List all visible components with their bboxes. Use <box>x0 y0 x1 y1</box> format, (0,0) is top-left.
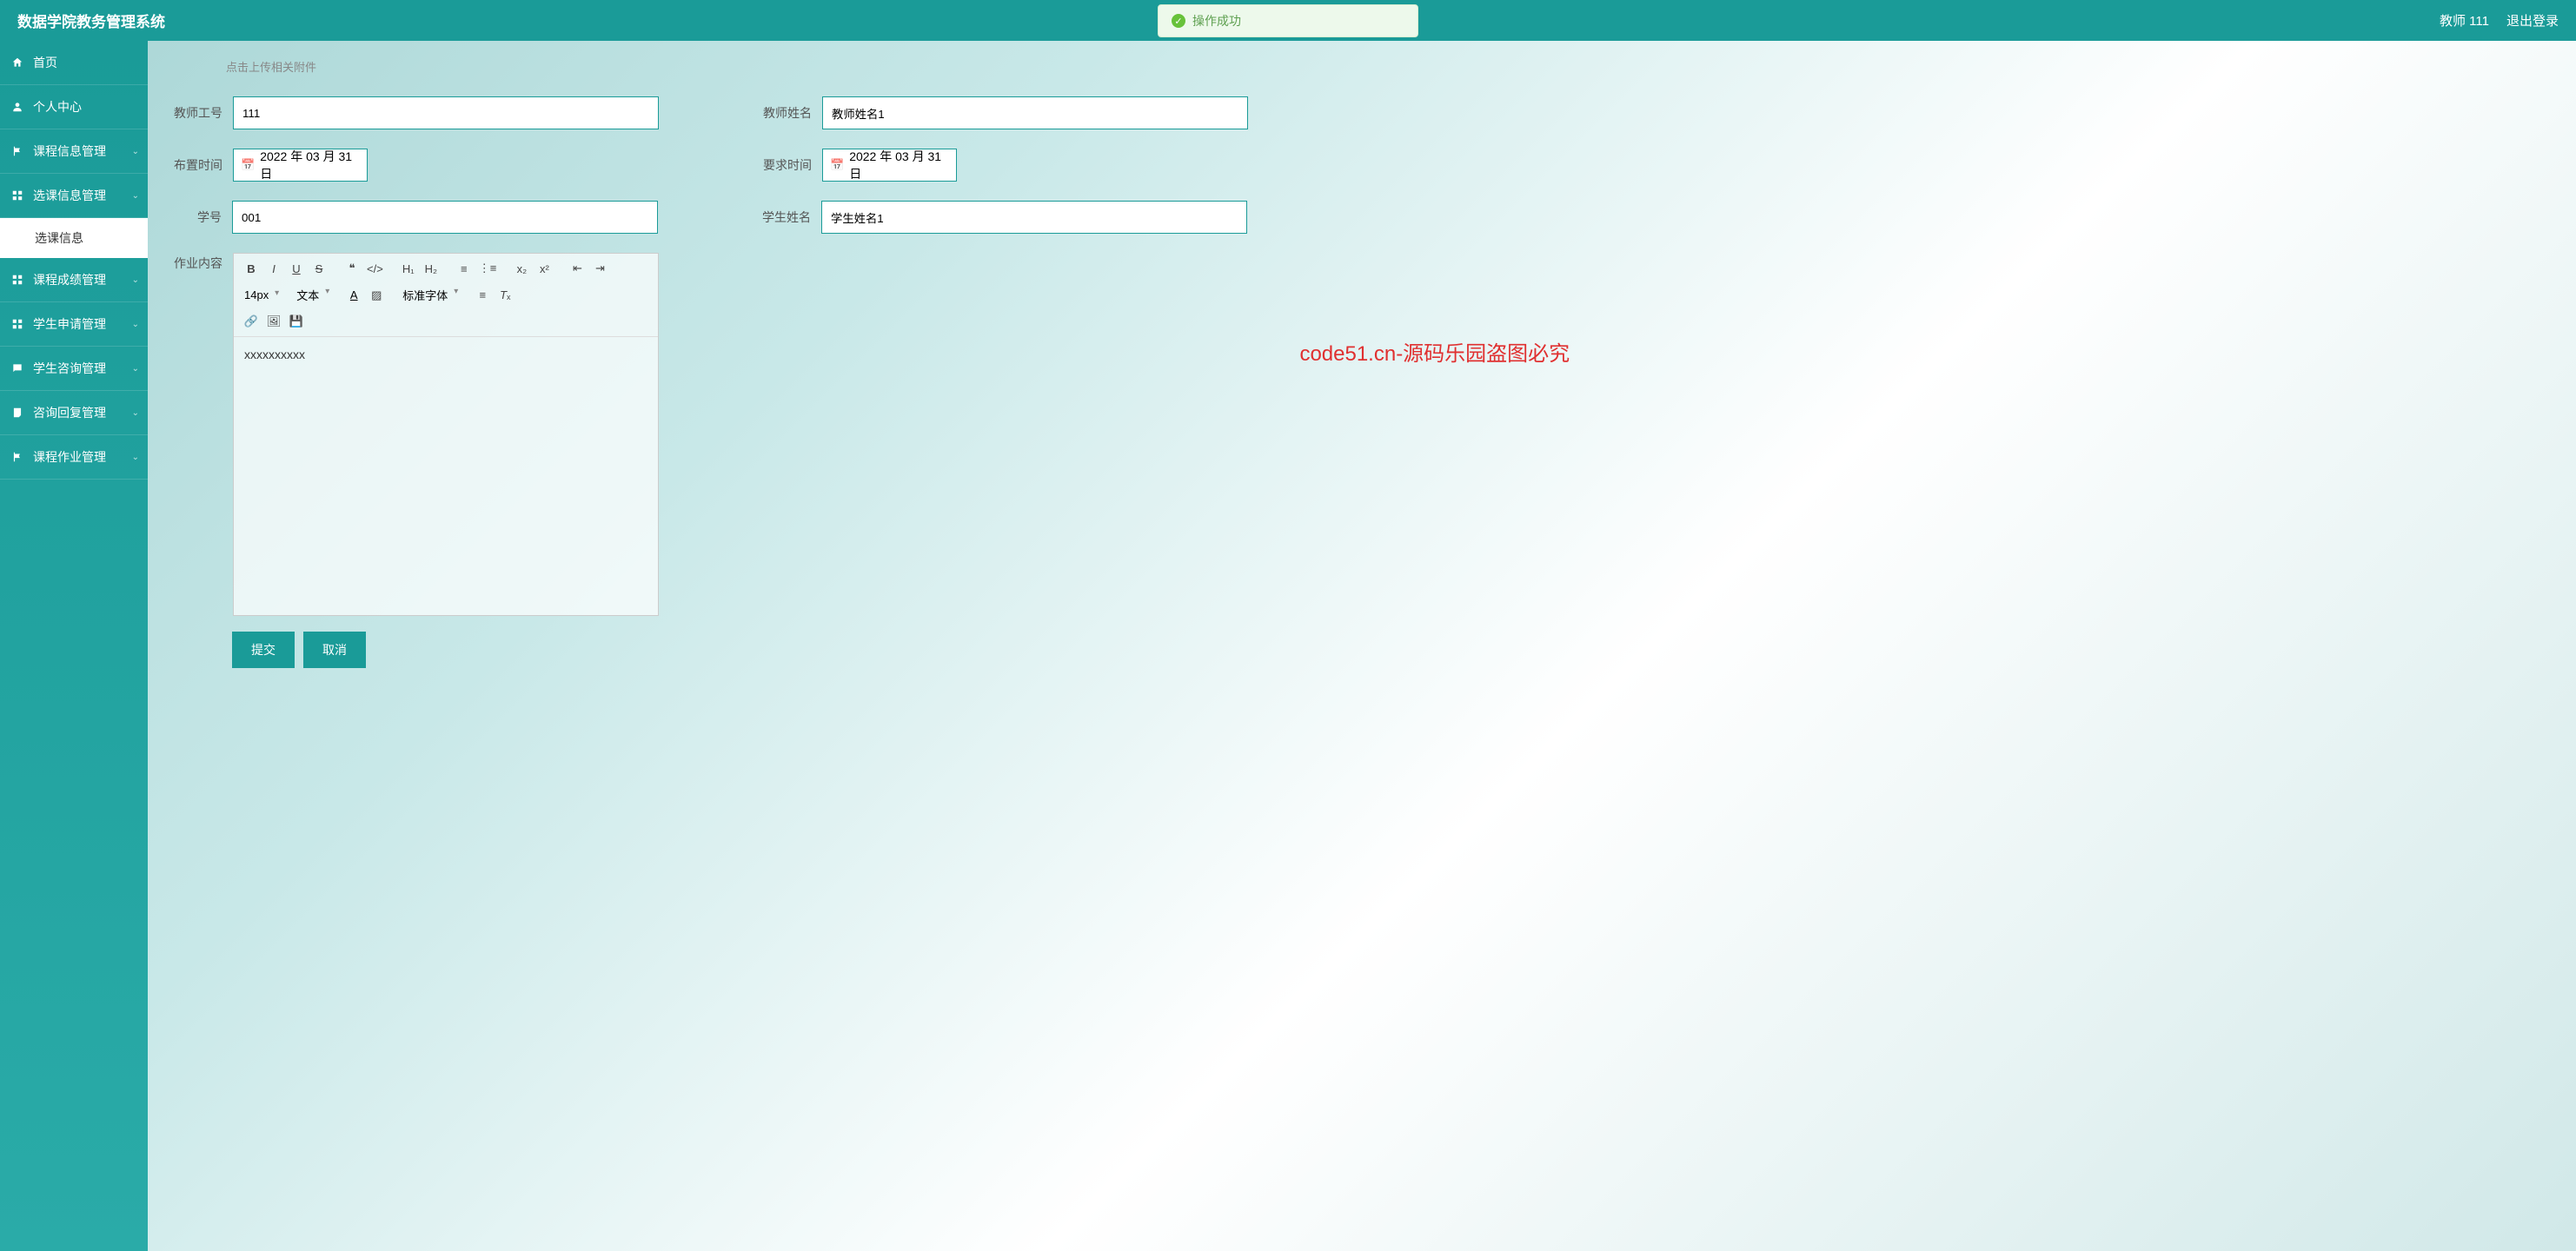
sidebar-item-label: 学生申请管理 <box>33 315 106 333</box>
student-name-label: 学生姓名 <box>762 208 811 226</box>
link-button[interactable]: 🔗 <box>241 312 262 331</box>
calendar-icon: 📅 <box>830 158 844 172</box>
assign-time-label: 布置时间 <box>174 156 222 174</box>
toast-message: 操作成功 <box>1192 12 1241 30</box>
main-content: 点击上传相关附件 教师工号 教师姓名 布置时间 📅 2022 年 03 月 31… <box>148 41 2576 1251</box>
grid-icon <box>10 274 24 286</box>
chevron-down-icon: ⌄ <box>132 453 139 462</box>
success-toast: ✓ 操作成功 <box>1158 4 1418 37</box>
h1-button[interactable]: H₁ <box>398 259 419 278</box>
sidebar-item-label: 个人中心 <box>33 98 82 116</box>
underline-button[interactable]: U <box>286 259 307 278</box>
user-icon <box>10 101 24 113</box>
require-time-label: 要求时间 <box>763 156 812 174</box>
note-icon <box>10 407 24 419</box>
bg-color-button[interactable]: ▨ <box>366 286 387 305</box>
sidebar-item-label: 首页 <box>33 54 57 71</box>
student-id-input[interactable] <box>232 201 658 234</box>
quote-button[interactable]: ❝ <box>342 259 362 278</box>
teacher-name-label: 教师姓名 <box>763 104 812 122</box>
strike-button[interactable]: S <box>309 259 329 278</box>
teacher-id-input[interactable] <box>233 96 659 129</box>
teacher-id-label: 教师工号 <box>174 104 222 122</box>
italic-button[interactable]: I <box>263 259 284 278</box>
align-button[interactable]: ≡ <box>472 286 493 305</box>
cancel-button[interactable]: 取消 <box>303 632 366 668</box>
user-role[interactable]: 教师 111 <box>2440 11 2489 30</box>
sidebar: 首页 个人中心 课程信息管理 ⌄ 选课信息管理 ⌄ 选课信息 课程成绩管理 ⌄ … <box>0 41 148 1251</box>
sidebar-item-profile[interactable]: 个人中心 <box>0 85 148 129</box>
sidebar-item-label: 课程作业管理 <box>33 448 106 466</box>
sidebar-item-grades[interactable]: 课程成绩管理 ⌄ <box>0 258 148 302</box>
sidebar-item-label: 学生咨询管理 <box>33 360 106 377</box>
sidebar-item-course-info[interactable]: 课程信息管理 ⌄ <box>0 129 148 174</box>
rich-editor: B I U S ❝ </> H₁ H₂ ≡ ⋮≡ x₂ x² <box>233 253 659 616</box>
h2-button[interactable]: H₂ <box>421 259 442 278</box>
font-family-select[interactable]: 标准字体 <box>399 285 460 305</box>
home-icon <box>10 56 24 69</box>
editor-content[interactable]: xxxxxxxxxx <box>234 337 658 615</box>
sidebar-item-replies[interactable]: 咨询回复管理 ⌄ <box>0 391 148 435</box>
code-button[interactable]: </> <box>364 259 386 278</box>
chevron-down-icon: ⌄ <box>132 147 139 156</box>
flag-icon <box>10 145 24 157</box>
font-style-select[interactable]: 文本 <box>293 285 331 305</box>
image-button[interactable]: 🖼 <box>263 312 284 331</box>
app-title: 数据学院教务管理系统 <box>17 10 165 31</box>
grid-icon <box>10 189 24 202</box>
chevron-down-icon: ⌄ <box>132 191 139 201</box>
sidebar-item-label: 选课信息管理 <box>33 187 106 204</box>
calendar-icon: 📅 <box>241 158 255 172</box>
text-color-button[interactable]: A <box>343 286 364 305</box>
indent-button[interactable]: ⇤ <box>567 259 588 278</box>
outdent-button[interactable]: ⇥ <box>589 259 610 278</box>
require-time-value: 2022 年 03 月 31 日 <box>849 148 949 182</box>
sidebar-item-applications[interactable]: 学生申请管理 ⌄ <box>0 302 148 347</box>
clear-format-button[interactable]: Tₓ <box>495 286 515 305</box>
header-right: 教师 111 退出登录 <box>2440 11 2559 30</box>
assign-time-input[interactable]: 📅 2022 年 03 月 31 日 <box>233 149 368 182</box>
chevron-down-icon: ⌄ <box>132 408 139 418</box>
teacher-name-input[interactable] <box>822 96 1248 129</box>
logout-button[interactable]: 退出登录 <box>2506 11 2559 30</box>
chevron-down-icon: ⌄ <box>132 364 139 374</box>
sidebar-item-consultation[interactable]: 学生咨询管理 ⌄ <box>0 347 148 391</box>
require-time-input[interactable]: 📅 2022 年 03 月 31 日 <box>822 149 957 182</box>
unordered-list-button[interactable]: ⋮≡ <box>476 259 500 278</box>
sidebar-item-label: 咨询回复管理 <box>33 404 106 421</box>
content-label: 作业内容 <box>174 253 222 272</box>
student-name-input[interactable] <box>821 201 1247 234</box>
grid-icon <box>10 318 24 330</box>
font-size-select[interactable]: 14px <box>241 287 281 303</box>
sidebar-item-label: 课程成绩管理 <box>33 271 106 288</box>
editor-toolbar: B I U S ❝ </> H₁ H₂ ≡ ⋮≡ x₂ x² <box>234 254 658 337</box>
sidebar-item-label: 课程信息管理 <box>33 142 106 160</box>
subscript-button[interactable]: x₂ <box>511 259 532 278</box>
superscript-button[interactable]: x² <box>534 259 554 278</box>
upload-hint[interactable]: 点击上传相关附件 <box>226 58 2550 75</box>
chat-icon <box>10 362 24 374</box>
save-button[interactable]: 💾 <box>286 312 307 331</box>
ordered-list-button[interactable]: ≡ <box>454 259 475 278</box>
app-header: 数据学院教务管理系统 ✓ 操作成功 教师 111 退出登录 <box>0 0 2576 41</box>
submit-button[interactable]: 提交 <box>232 632 295 668</box>
sidebar-item-home[interactable]: 首页 <box>0 41 148 85</box>
sidebar-item-homework[interactable]: 课程作业管理 ⌄ <box>0 435 148 480</box>
check-icon: ✓ <box>1172 14 1185 28</box>
flag-icon <box>10 451 24 463</box>
bold-button[interactable]: B <box>241 259 262 278</box>
sidebar-item-course-select[interactable]: 选课信息管理 ⌄ <box>0 174 148 218</box>
student-id-label: 学号 <box>174 208 222 226</box>
chevron-down-icon: ⌄ <box>132 275 139 285</box>
chevron-down-icon: ⌄ <box>132 320 139 329</box>
sidebar-subitem-select-info[interactable]: 选课信息 <box>0 218 148 258</box>
assign-time-value: 2022 年 03 月 31 日 <box>260 148 360 182</box>
